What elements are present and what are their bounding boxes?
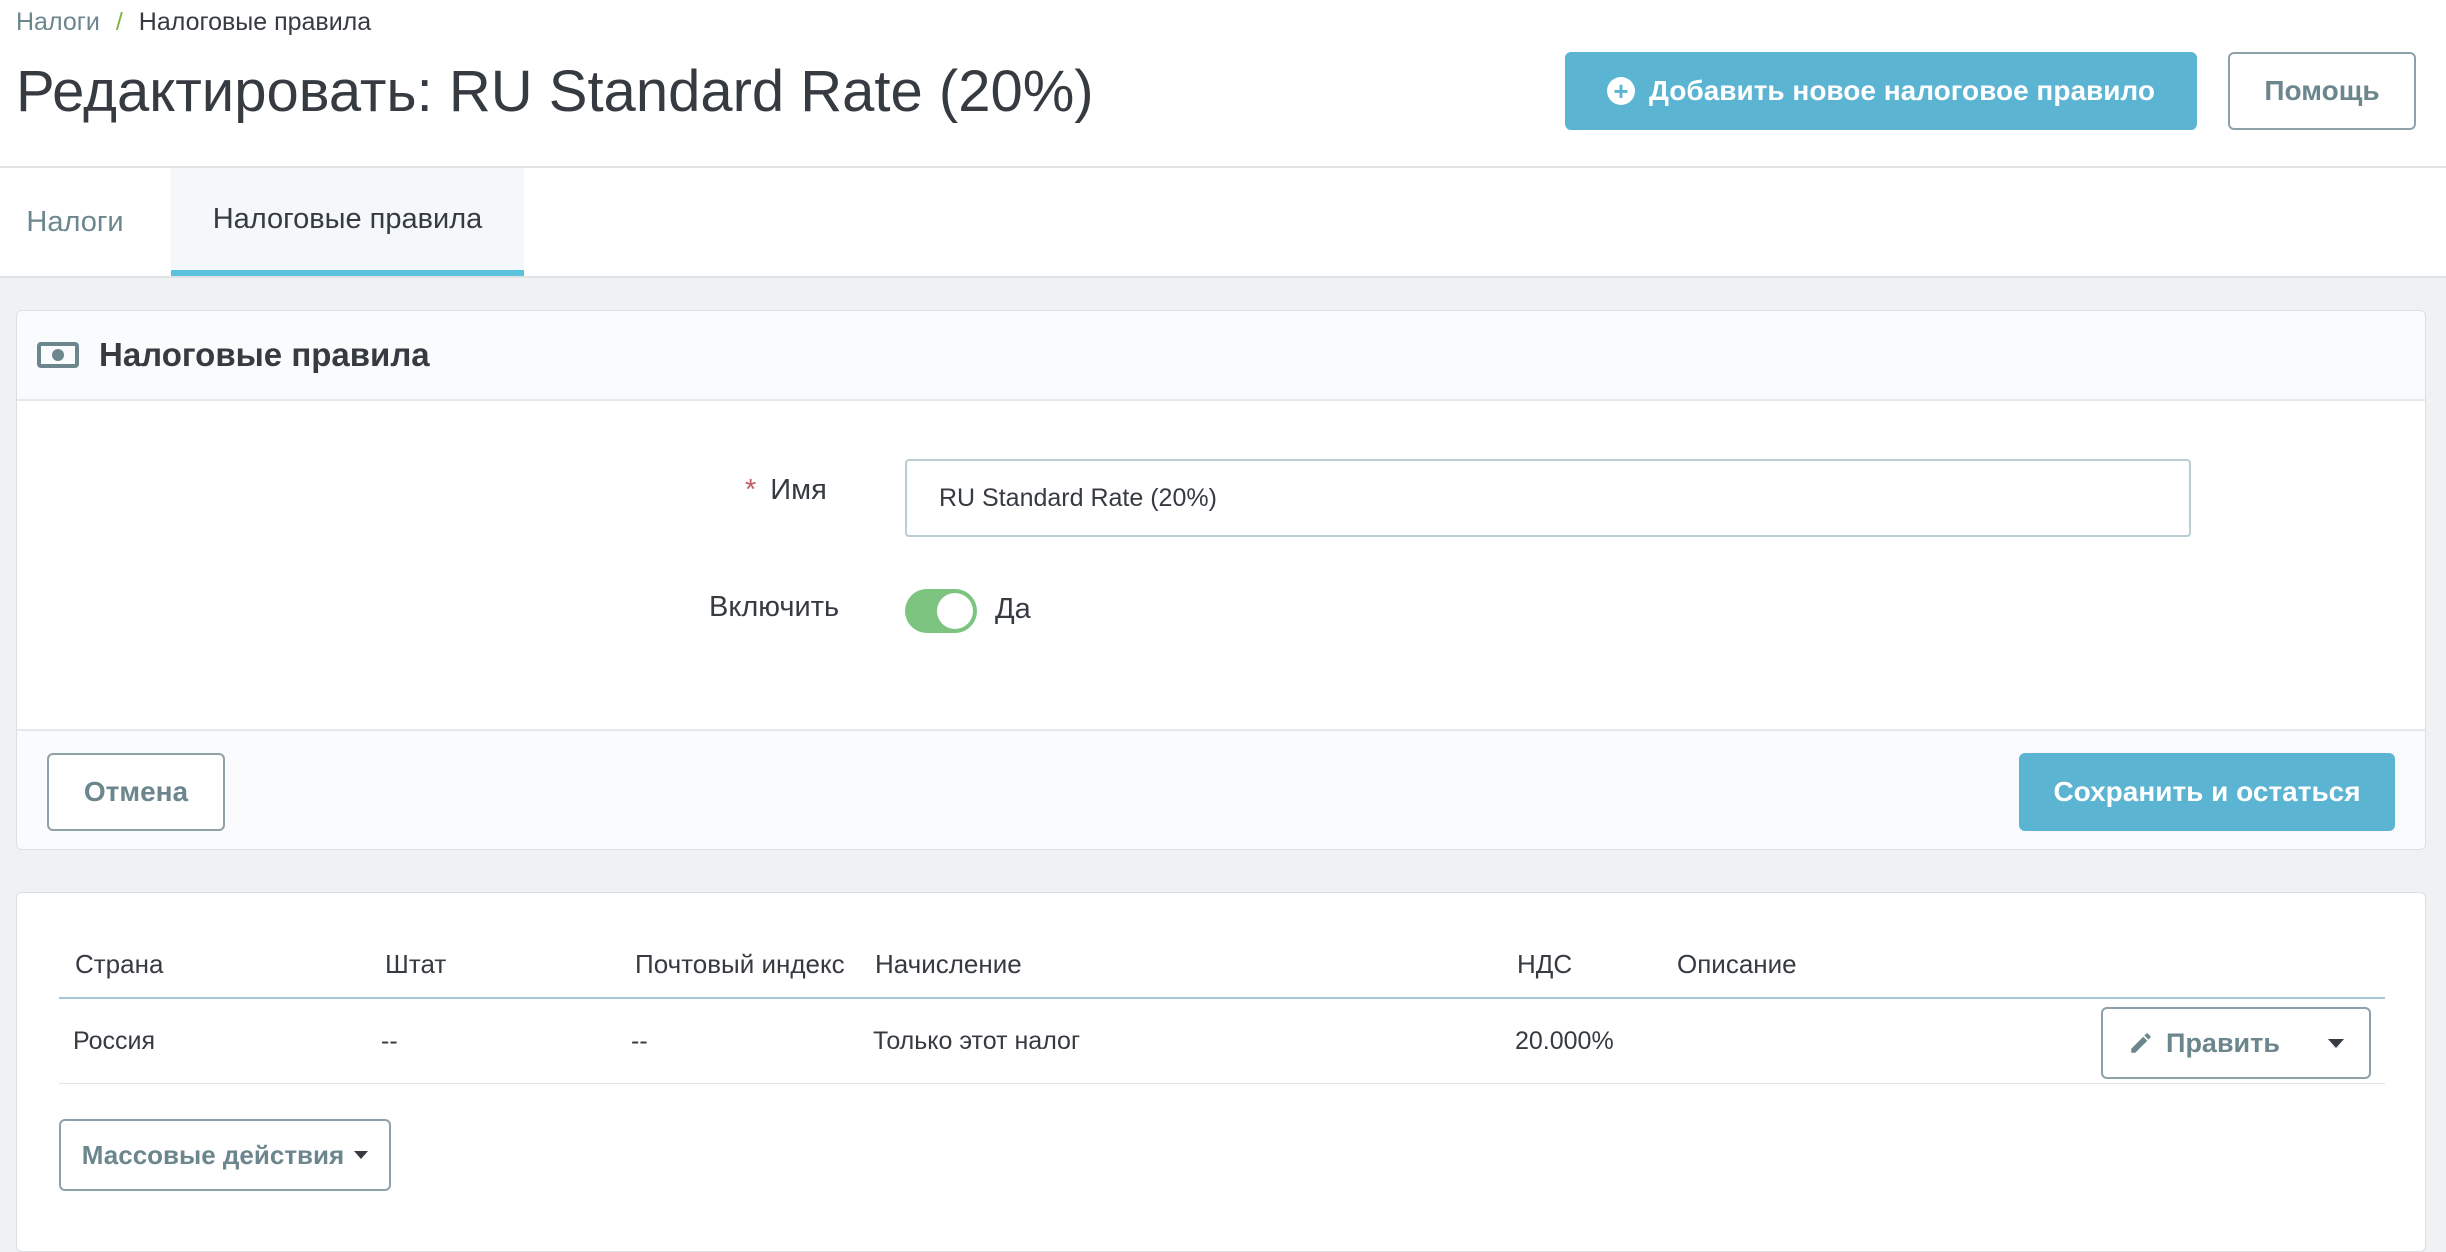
tax-rules-table-panel: Страна Штат Почтовый индекс Начисление Н… bbox=[16, 892, 2426, 1252]
page-header: Налоги / Налоговые правила Редактировать… bbox=[0, 0, 2446, 168]
breadcrumb-separator: / bbox=[115, 8, 123, 36]
toggle-knob bbox=[937, 593, 973, 629]
column-header-zip[interactable]: Почтовый индекс bbox=[635, 949, 845, 980]
breadcrumb-current: Налоговые правила bbox=[138, 8, 372, 36]
money-icon bbox=[37, 342, 79, 368]
caret-down-icon bbox=[354, 1151, 369, 1159]
column-header-state[interactable]: Штат bbox=[385, 949, 446, 980]
tab-taxes[interactable]: Налоги bbox=[0, 168, 150, 276]
column-header-description[interactable]: Описание bbox=[1677, 949, 1797, 980]
enable-label: Включить bbox=[709, 591, 840, 623]
cancel-button[interactable]: Отмена bbox=[47, 753, 225, 831]
edit-label: Править bbox=[2166, 1027, 2280, 1058]
save-and-stay-button[interactable]: Сохранить и остаться bbox=[2019, 753, 2395, 831]
panel-heading: Налоговые правила bbox=[17, 311, 2425, 401]
cell-behavior: Только этот налог bbox=[873, 1027, 1081, 1055]
name-label-text: Имя bbox=[770, 474, 827, 506]
table-header-divider bbox=[59, 997, 2385, 999]
cell-state: -- bbox=[381, 1027, 398, 1055]
add-tax-rule-button[interactable]: + Добавить новое налоговое правило bbox=[1565, 52, 2197, 130]
cell-zip: -- bbox=[631, 1027, 648, 1055]
table-row-divider bbox=[59, 1083, 2385, 1084]
breadcrumb-taxes-link[interactable]: Налоги bbox=[16, 8, 100, 37]
pencil-icon bbox=[2128, 1030, 2154, 1056]
panel-title: Налоговые правила bbox=[99, 336, 430, 373]
column-header-behavior[interactable]: Начисление bbox=[875, 949, 1022, 980]
column-header-tax[interactable]: НДС bbox=[1517, 949, 1572, 980]
bulk-actions-button[interactable]: Массовые действия bbox=[59, 1119, 391, 1191]
add-tax-rule-label: Добавить новое налоговое правило bbox=[1649, 75, 2155, 106]
enable-state-label: Да bbox=[995, 593, 1031, 625]
tab-tax-rules[interactable]: Налоговые правила bbox=[171, 168, 524, 276]
required-marker: * bbox=[745, 474, 757, 506]
name-input[interactable] bbox=[905, 459, 2191, 537]
plus-circle-icon: + bbox=[1607, 77, 1636, 105]
tax-rule-form-panel: Налоговые правила * Имя Включить Да Отмен… bbox=[16, 310, 2426, 850]
column-header-country[interactable]: Страна bbox=[75, 949, 163, 980]
name-label: * Имя bbox=[745, 474, 827, 507]
page-title: Редактировать: RU Standard Rate (20%) bbox=[16, 59, 1094, 124]
tab-bar: Налоги Налоговые правила bbox=[0, 168, 2446, 278]
panel-footer: Отмена Сохранить и остаться bbox=[17, 729, 2425, 849]
breadcrumb: Налоги / Налоговые правила bbox=[16, 8, 371, 37]
enable-toggle[interactable] bbox=[905, 589, 977, 633]
bulk-actions-label: Массовые действия bbox=[81, 1139, 345, 1170]
cell-country: Россия bbox=[73, 1027, 155, 1055]
caret-down-icon[interactable] bbox=[2327, 1038, 2344, 1048]
edit-row-button[interactable]: Править bbox=[2101, 1007, 2371, 1079]
help-button[interactable]: Помощь bbox=[2228, 52, 2416, 130]
cell-tax: 20.000% bbox=[1515, 1027, 1614, 1055]
